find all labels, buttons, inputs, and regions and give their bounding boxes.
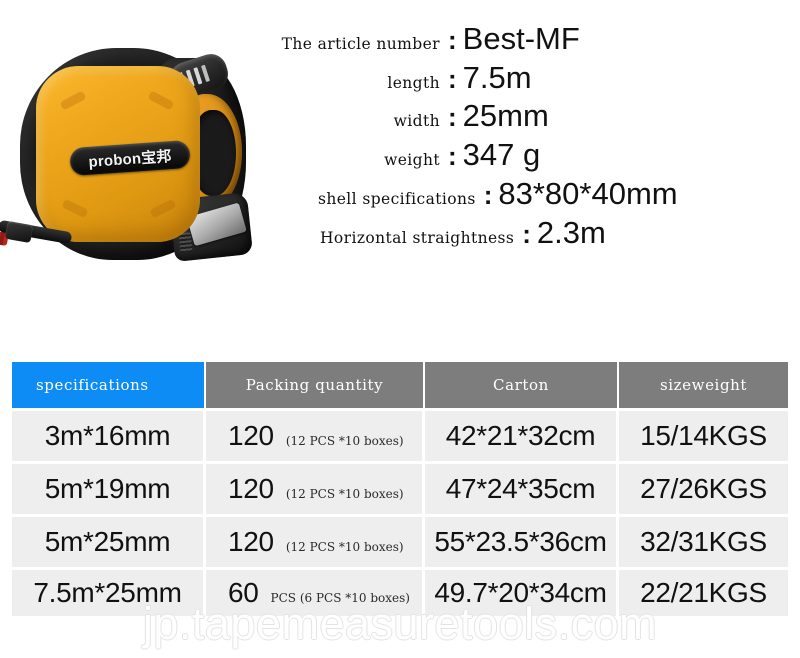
spec-value: 2.3m — [536, 214, 606, 250]
cell-carton-text: 47*24*35cm — [445, 473, 596, 504]
cell-packing-note-text: (12 PCS *10 boxes) — [285, 434, 404, 448]
cell-packing-note-text: (12 PCS *10 boxes) — [285, 487, 404, 501]
spec-row-article-number: The article number : Best-MF — [250, 21, 796, 57]
cell-carton: 49.7*20*34cm — [425, 570, 619, 616]
table-row: 5m*19mm 120 (12 PCS *10 boxes) 47*24*35c… — [12, 464, 788, 514]
spec-value: 7.5m — [462, 59, 532, 95]
spec-row-width: width : 25mm — [250, 99, 796, 134]
table-row: 7.5m*25mm 60 PCS (6 PCS *10 boxes) 49.7*… — [12, 570, 788, 616]
table-row: 3m*16mm 120 (12 PCS *10 boxes) 42*21*32c… — [12, 411, 788, 461]
spec-colon: : — [448, 63, 457, 94]
cell-packing-quantity: 120 (12 PCS *10 boxes) — [206, 517, 425, 567]
spec-label: length — [387, 73, 440, 92]
table-header-packing-quantity: Packing quantity — [206, 362, 425, 408]
spec-label: shell specifications — [318, 189, 476, 208]
tape-grip — [178, 232, 193, 254]
cell-carton-text: 55*23.5*36cm — [434, 526, 607, 557]
spec-value: 347 g — [462, 137, 541, 173]
cell-sizeweight: 27/26KGS — [619, 464, 788, 514]
table-header-row: specifications Packing quantity Carton s… — [12, 362, 788, 408]
product-spec-image: probon宝邦 The article number : Best-MF le… — [0, 0, 800, 658]
cell-packing-quantity-text: 120 — [228, 420, 274, 451]
cell-specification: 5m*25mm — [12, 517, 206, 567]
spec-colon: : — [483, 179, 493, 210]
cell-carton-text: 49.7*20*34cm — [434, 577, 607, 608]
table-row: 5m*25mm 120 (12 PCS *10 boxes) 55*23.5*3… — [12, 517, 788, 567]
cell-sizeweight-text: 15/14KGS — [640, 420, 767, 451]
brand-badge-label: probon宝邦 — [87, 147, 173, 171]
tape-face-plate: probon宝邦 — [36, 66, 200, 242]
spec-value: Best-MF — [462, 21, 580, 56]
cell-specification: 3m*16mm — [12, 411, 206, 461]
tape-measure-illustration: probon宝邦 — [0, 48, 254, 268]
spec-row-weight: weight : 347 g — [250, 137, 796, 173]
cell-packing-quantity: 120 (12 PCS *10 boxes) — [206, 464, 425, 514]
cell-sizeweight-text: 27/26KGS — [640, 473, 767, 504]
cell-carton: 47*24*35cm — [425, 464, 619, 514]
cell-specification: 7.5m*25mm — [12, 570, 206, 616]
cell-packing-note-text: (12 PCS *10 boxes) — [285, 540, 404, 554]
cell-specification-text: 3m*16mm — [44, 420, 171, 451]
cell-sizeweight-text: 32/31KGS — [640, 526, 767, 557]
spec-colon: : — [448, 141, 457, 172]
cell-carton-text: 42*21*32cm — [445, 420, 596, 451]
spec-label: Horizontal straightness — [320, 228, 515, 247]
spec-row-horizontal-straightness: Horizontal straightness : 2.3m — [320, 214, 796, 251]
cell-specification-text: 7.5m*25mm — [33, 577, 182, 608]
cell-sizeweight: 32/31KGS — [619, 517, 788, 567]
spec-colon: : — [522, 218, 531, 249]
cell-packing-quantity: 60 PCS (6 PCS *10 boxes) — [206, 570, 425, 616]
spec-row-shell-specifications: shell specifications : 83*80*40mm — [318, 175, 796, 212]
table-header-carton: Carton — [425, 362, 619, 408]
table-body: 3m*16mm 120 (12 PCS *10 boxes) 42*21*32c… — [12, 411, 788, 616]
cell-carton: 55*23.5*36cm — [425, 517, 619, 567]
table-header-sizeweight: sizeweight — [619, 362, 788, 408]
table-header-specifications: specifications — [12, 362, 206, 408]
spec-colon: : — [448, 102, 457, 133]
cell-packing-quantity-text: 120 — [228, 526, 274, 557]
cell-packing-quantity-text: 120 — [228, 473, 274, 504]
spec-label: width — [393, 112, 440, 131]
brand-badge: probon宝邦 — [69, 139, 191, 177]
face-notch — [61, 198, 89, 219]
spec-colon: : — [448, 25, 457, 55]
spec-row-length: length : 7.5m — [250, 59, 796, 96]
packing-table: specifications Packing quantity Carton s… — [12, 362, 788, 616]
cell-packing-note-text: PCS (6 PCS *10 boxes) — [270, 591, 410, 605]
spec-label: The article number — [281, 35, 440, 53]
cell-carton: 42*21*32cm — [425, 411, 619, 461]
cell-sizeweight: 22/21KGS — [619, 570, 788, 616]
spec-label: weight — [384, 151, 440, 170]
spec-value: 25mm — [462, 98, 549, 134]
cell-specification-text: 5m*25mm — [44, 526, 171, 557]
cell-sizeweight: 15/14KGS — [619, 411, 788, 461]
face-notch — [149, 198, 177, 219]
wrist-strap-clip — [4, 220, 34, 244]
cell-packing-quantity: 120 (12 PCS *10 boxes) — [206, 411, 425, 461]
cell-specification-text: 5m*19mm — [44, 473, 171, 504]
spec-value: 83*80*40mm — [498, 175, 678, 211]
cell-sizeweight-text: 22/21KGS — [640, 577, 767, 608]
specification-list: The article number : Best-MF length : 7.… — [250, 21, 796, 254]
cell-packing-quantity-text: 60 — [228, 577, 259, 608]
cell-specification: 5m*19mm — [12, 464, 206, 514]
